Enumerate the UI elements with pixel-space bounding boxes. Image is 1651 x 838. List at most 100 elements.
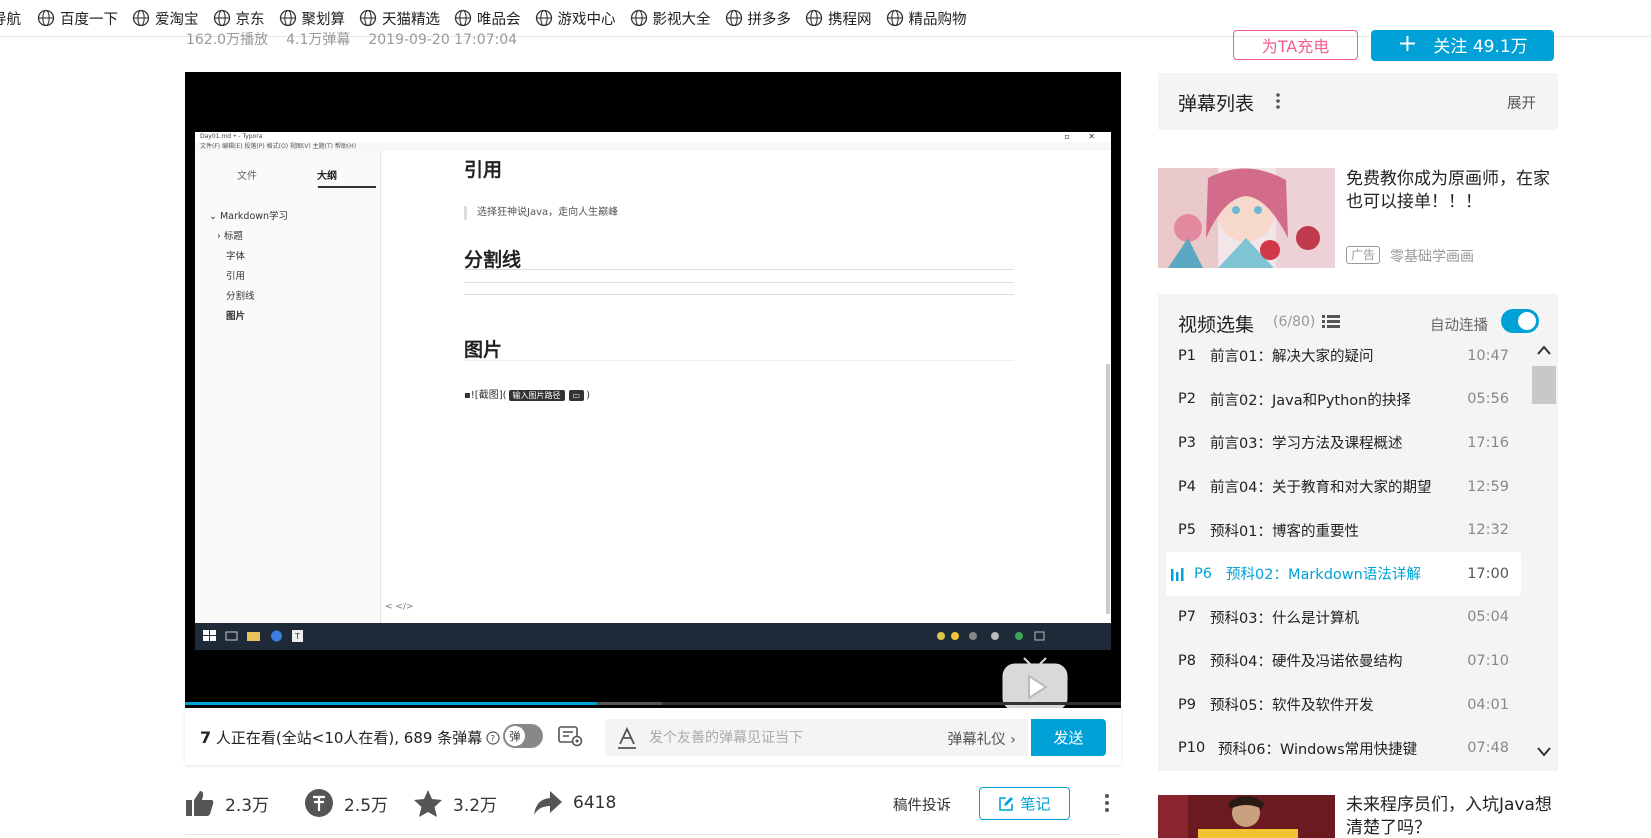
ad-card[interactable]: 免费教你成为原画师，在家也可以接单！！！ 广告 零基础学画画 [1158, 168, 1558, 268]
globe-icon [535, 9, 552, 27]
bookmark-games[interactable]: 游戏中心 [535, 8, 616, 29]
bookmark-video[interactable]: 影视大全 [630, 8, 711, 29]
globe-icon [725, 9, 742, 27]
danmaku-input-wrap: 弹幕礼仪 › [605, 719, 1028, 756]
image-path-tooltip: 输入图片路径 [508, 390, 565, 401]
danmaku-input[interactable] [649, 728, 909, 748]
windows-taskbar: T [195, 623, 1111, 650]
typora-document: 引用 选择狂神说Java，走向人生巅峰 分割线 图片 ▪![截图](输入图片路径… [391, 151, 1091, 623]
favorite-button[interactable]: 3.2万 [413, 785, 497, 821]
share-button[interactable]: 6418 [533, 785, 616, 821]
danmaku-etiquette-link[interactable]: 弹幕礼仪 › [948, 728, 1016, 749]
part-number: P2 [1178, 391, 1196, 408]
playlist-scrollbar-thumb[interactable] [1532, 366, 1556, 404]
more-icon[interactable] [1103, 793, 1111, 813]
outline-item: 字体 [226, 251, 246, 262]
globe-icon [805, 9, 823, 27]
recommend-card[interactable]: 未来程序员们，入坑Java想清楚了吗？ [1158, 795, 1558, 838]
like-button[interactable]: 2.3万 [185, 785, 269, 821]
star-icon [414, 789, 442, 817]
explorer-icon [247, 632, 260, 641]
font-style-icon[interactable] [617, 727, 637, 749]
playlist-item-active[interactable]: P6 预科02：Markdown语法详解 17:00 [1166, 551, 1521, 596]
ad-source[interactable]: 零基础学画画 [1390, 246, 1474, 266]
doc-heading-hr: 分割线 [464, 249, 522, 271]
windows-start-icon [203, 630, 216, 641]
part-duration: 12:32 [1467, 522, 1509, 539]
video-player[interactable]: Day01.md • - Typora ▫ ✕ 文件(F) 编辑(E) 段落(P… [185, 72, 1121, 711]
recommend-title[interactable]: 未来程序员们，入坑Java想清楚了吗？ [1346, 795, 1558, 838]
playlist-item[interactable]: P10 预科06：Windows常用快捷键 07:48 [1166, 726, 1521, 770]
playlist-item[interactable]: P1 前言01：解决大家的疑问 10:47 [1166, 334, 1521, 378]
share-icon [534, 791, 562, 815]
task-view-icon [225, 631, 238, 641]
chevron-up-icon[interactable] [1536, 344, 1552, 356]
playlist-title: 视频选集 [1178, 314, 1255, 336]
ad-thumbnail[interactable] [1158, 168, 1335, 268]
playlist-item[interactable]: P2 前言02：Java和Python的抉择 05:56 [1166, 378, 1521, 422]
progress-bar[interactable] [185, 702, 1121, 705]
ad-title[interactable]: 免费教你成为原画师，在家也可以接单！！！ [1346, 168, 1561, 214]
send-button[interactable]: 发送 [1031, 719, 1106, 756]
charge-button[interactable]: 为TA充电 [1233, 30, 1358, 60]
danmaku-list-header[interactable]: 弹幕列表 展开 [1158, 73, 1558, 130]
charge-label: 为TA充电 [1261, 37, 1330, 56]
folder-icon: ▭ [568, 390, 585, 401]
part-duration: 17:00 [1467, 565, 1509, 582]
bookmark-label: 影视大全 [652, 11, 711, 28]
image-syntax-suffix: ) [586, 390, 590, 401]
outline-item: ⌄ Markdown学习 [209, 211, 289, 222]
part-duration: 12:59 [1467, 478, 1509, 495]
bookmark-juhuasuan[interactable]: 聚划算 [279, 8, 346, 29]
playlist-item[interactable]: P3 前言03：学习方法及课程概述 17:16 [1166, 421, 1521, 465]
bookmark-shopping[interactable]: 精品购物 [886, 8, 967, 29]
report-link[interactable]: 稿件投诉 [893, 794, 951, 815]
chevron-down-icon[interactable] [1536, 746, 1552, 758]
list-view-icon[interactable] [1322, 313, 1340, 329]
expand-button[interactable]: 展开 [1507, 92, 1536, 113]
playlist-item[interactable]: P9 预科05：软件及软件开发 04:01 [1166, 683, 1521, 727]
playlist-item[interactable]: P4 前言04：关于教育和对大家的期望 12:59 [1166, 465, 1521, 509]
playlist-item[interactable]: P5 预科01：博客的重要性 12:32 [1166, 508, 1521, 552]
recommend-thumbnail[interactable] [1158, 795, 1335, 838]
doc-image-syntax: ▪![截图](输入图片路径 ▭) [464, 390, 590, 401]
bookmark-aitaobao[interactable]: 爱淘宝 [132, 8, 199, 29]
playlist-item[interactable]: P7 预科03：什么是计算机 05:04 [1166, 596, 1521, 640]
more-icon[interactable] [1275, 91, 1281, 111]
danmaku-toggle[interactable]: 弹 [503, 724, 543, 748]
bookmark-vip[interactable]: 唯品会 [454, 8, 521, 29]
help-icon[interactable]: ? [486, 731, 500, 745]
autoplay-toggle[interactable] [1501, 309, 1539, 333]
part-number: P5 [1178, 522, 1196, 539]
bookmark-label: 聚划算 [301, 11, 346, 28]
bookmark-ctrip[interactable]: 携程网 [805, 8, 872, 29]
bookmark-jd[interactable]: 京东 [213, 8, 265, 29]
globe-icon [886, 9, 903, 27]
bookmark-label: 精品购物 [908, 11, 967, 28]
bookmark-baidu[interactable]: 百度一下 [37, 8, 118, 29]
playlist-item[interactable]: P8 预科04：硬件及冯诺依曼结构 07:10 [1166, 639, 1521, 683]
danmaku-settings-icon[interactable] [558, 725, 584, 747]
follow-button[interactable]: + 关注 49.1万 [1371, 30, 1554, 61]
danmaku-send-bar: 7 人正在看(全站<10人在看), 689 条弹幕? 弹 弹幕礼仪 › 发送 [185, 708, 1121, 765]
image-syntax-prefix: ![截图]( [470, 390, 507, 401]
doc-divider [464, 282, 1014, 283]
coin-count: 2.5万 [344, 795, 389, 816]
ad-badge: 广告 [1346, 246, 1381, 264]
browser-icon [271, 630, 282, 642]
progress-played [185, 702, 597, 705]
follow-label: 关注 49.1万 [1433, 37, 1528, 57]
bookmark-pdd[interactable]: 拼多多 [725, 8, 791, 29]
doc-divider [464, 269, 1014, 270]
bookmark-daohang[interactable]: 导航 [0, 8, 21, 29]
bookmark-tmall[interactable]: 天猫精选 [359, 8, 440, 29]
bookmark-label: 天猫精选 [382, 11, 440, 28]
coin-button[interactable]: 2.5万 [304, 785, 388, 821]
playlist-items: P1 前言01：解决大家的疑问 10:47 P2 前言02：Java和Python的抉… [1166, 334, 1521, 771]
doc-blockquote: 选择狂神说Java，走向人生巅峰 [464, 206, 618, 220]
note-button[interactable]: 笔记 [979, 787, 1070, 820]
plus-icon: + [1397, 30, 1418, 57]
action-bar: 2.3万 2.5万 3.2万 6418 稿件投诉 笔记 [185, 785, 1121, 825]
system-tray [937, 631, 1045, 641]
coin-icon [305, 789, 333, 817]
